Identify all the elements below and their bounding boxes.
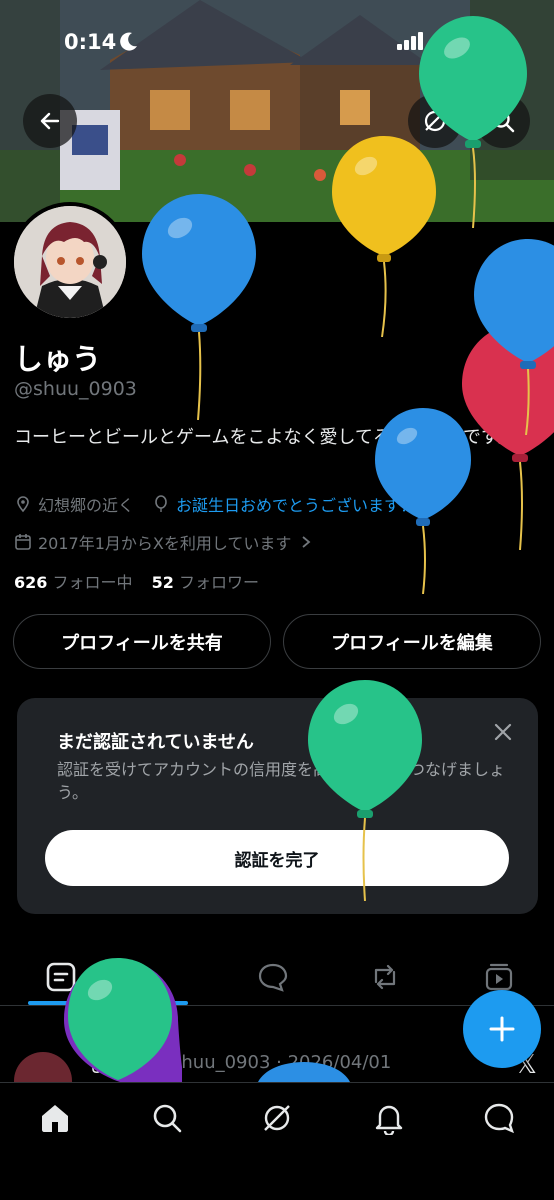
balloon-decoration-yellow xyxy=(332,136,436,337)
profile-meta-location-row: 幻想郷の近く お誕生日おめでとうございます！ xyxy=(14,492,416,516)
balloon-decoration-blue-right xyxy=(474,239,554,435)
verify-card: まだ認証されていません 認証を受けてアカウントの信用度を高め、成長につなげましょ… xyxy=(17,698,538,914)
location-pin-icon xyxy=(17,496,29,513)
complete-verification-button[interactable]: 認証を完了 xyxy=(45,830,509,886)
followers-count: 52 xyxy=(151,573,174,592)
avatar[interactable] xyxy=(10,202,130,322)
verify-card-title: まだ認証されていません xyxy=(57,732,254,753)
avatar-image xyxy=(14,206,126,318)
share-profile-button[interactable]: プロフィールを共有 xyxy=(13,614,271,669)
search-icon[interactable] xyxy=(150,1101,184,1135)
repost-icon[interactable] xyxy=(368,960,402,994)
display-name: しゅう xyxy=(14,342,102,376)
followers-link[interactable]: 52 フォロワー xyxy=(152,573,259,592)
notifications-icon[interactable] xyxy=(372,1101,406,1135)
user-handle: @shuu_0903 xyxy=(14,378,137,400)
balloon-decoration-green-bottom xyxy=(64,958,182,1082)
calendar-icon xyxy=(15,534,31,550)
back-button[interactable] xyxy=(23,94,77,148)
verify-card-description: 認証を受けてアカウントの信用度を高め、成長につなげましょう。 xyxy=(57,760,506,802)
close-icon[interactable] xyxy=(491,720,515,744)
following-label: フォロー中 xyxy=(52,573,133,592)
following-count: 626 xyxy=(14,573,48,592)
balloon-decoration-blue-center xyxy=(375,408,471,594)
following-link[interactable]: 626 フォロー中 xyxy=(14,573,133,592)
balloon-decoration-blue-left xyxy=(142,194,256,420)
home-icon[interactable] xyxy=(38,1101,72,1135)
media-icon[interactable] xyxy=(482,960,516,994)
compose-button[interactable] xyxy=(463,990,541,1068)
chevron-right-icon xyxy=(302,536,311,548)
follow-stats: 626 フォロー中 52 フォロワー xyxy=(14,569,259,593)
moon-icon xyxy=(120,32,137,51)
messages-icon[interactable] xyxy=(482,1101,516,1135)
location-text: 幻想郷の近く xyxy=(38,496,135,515)
bottom-nav xyxy=(0,1082,554,1200)
profile-meta-joined-row[interactable]: 2017年1月からXを利用しています xyxy=(14,530,313,554)
plus-icon xyxy=(489,1016,515,1042)
balloon-icon xyxy=(155,495,167,512)
followers-label: フォロワー xyxy=(178,573,259,592)
replies-icon[interactable] xyxy=(256,960,290,994)
arrow-left-icon xyxy=(40,112,60,130)
balloon-decoration-blue-bottom xyxy=(258,1062,350,1082)
edit-profile-button[interactable]: プロフィールを編集 xyxy=(283,614,541,669)
grok-icon[interactable] xyxy=(260,1101,294,1135)
joined-date: 2017年1月からXを利用しています xyxy=(38,534,292,553)
balloon-decoration-green-card xyxy=(308,680,422,901)
status-time: 0:14 xyxy=(64,30,117,54)
